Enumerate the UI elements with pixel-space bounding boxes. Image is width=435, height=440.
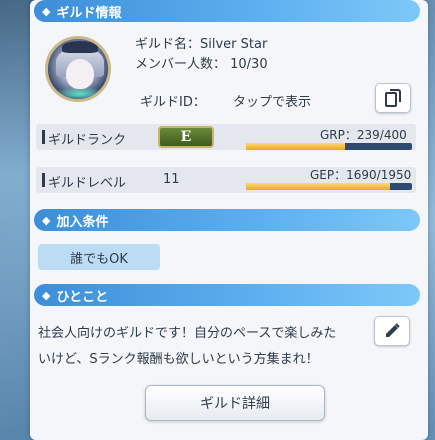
row-marker [42, 130, 45, 144]
diamond-icon: ◆ [42, 288, 51, 302]
gep-progress-fill [246, 183, 390, 190]
diamond-icon: ◆ [42, 213, 51, 227]
gep-progress-bar [246, 183, 412, 190]
guild-rank-badge: E [158, 126, 214, 148]
guild-rank-value: E [180, 129, 192, 145]
guild-level-label: ギルドレベル [48, 176, 127, 191]
avatar-hat [62, 41, 98, 53]
guild-level-value: 11 [163, 172, 180, 187]
guild-detail-button[interactable]: ギルド詳細 [145, 385, 325, 421]
guild-name: ギルド名：Silver Star [135, 37, 268, 52]
guild-id-label: ギルドID： [140, 95, 206, 110]
diamond-icon: ◆ [42, 4, 51, 18]
comment-header: ◆ ひとこと [34, 284, 420, 306]
grp-text: GRP：239/400 [320, 128, 407, 142]
join-condition-title: 加入条件 [56, 214, 109, 230]
guild-id-reveal[interactable]: タップで表示 [233, 91, 311, 110]
avatar-glow [52, 87, 108, 99]
guild-rank-label: ギルドランク [48, 133, 127, 148]
copy-id-button[interactable] [375, 83, 411, 113]
edit-comment-button[interactable] [374, 316, 410, 346]
guild-detail-label: ギルド詳細 [200, 396, 270, 412]
comment-line-1: 社会人向けのギルドです！自分のペースで楽しみた [38, 326, 337, 341]
join-condition-chip: 誰でもOK [38, 244, 160, 270]
pencil-icon [386, 323, 400, 337]
row-marker [42, 173, 45, 187]
avatar-face [66, 59, 94, 89]
grp-progress-bar [246, 143, 412, 150]
guild-avatar [45, 36, 111, 102]
gep-text: GEP：1690/1950 [310, 168, 412, 182]
guild-info-header: ◆ ギルド情報 [34, 0, 420, 22]
join-condition-header: ◆ 加入条件 [34, 209, 420, 231]
comment-title: ひとこと [56, 289, 109, 305]
comment-line-2: いけど、Sランク報酬も欲しいという方集まれ！ [38, 352, 319, 367]
guild-info-title: ギルド情報 [56, 5, 122, 21]
grp-progress-fill [246, 143, 346, 150]
join-condition-value: 誰でもOK [70, 251, 128, 267]
copy-icon [385, 89, 401, 107]
member-count: メンバー人数： 10/30 [135, 57, 268, 72]
